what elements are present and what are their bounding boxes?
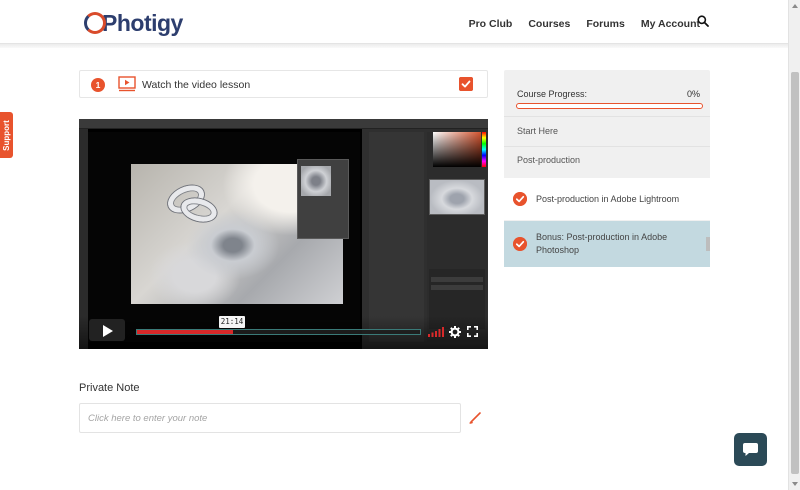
edit-icon[interactable] — [469, 411, 482, 424]
nav-pro-club[interactable]: Pro Club — [469, 18, 513, 30]
lesson-label: Post-production in Adobe Lightroom — [536, 194, 680, 204]
video-frame-photoshop-menubar — [79, 119, 488, 129]
sidebar-item-label: Start Here — [517, 126, 559, 136]
gear-icon[interactable] — [449, 326, 461, 338]
main-nav: Pro Club Courses Forums My Account — [469, 18, 700, 30]
support-label: Support — [2, 119, 12, 151]
nav-my-account[interactable]: My Account — [641, 18, 700, 30]
video-icon — [118, 76, 136, 92]
scroll-thumb[interactable] — [791, 72, 799, 474]
sidebar-item-start-here[interactable]: Start Here — [504, 117, 710, 146]
step-check-icon[interactable] — [459, 77, 473, 91]
play-icon — [103, 325, 113, 337]
video-frame-navigator-thumbnail — [429, 179, 485, 215]
lesson-item-lightroom[interactable]: Post-production in Adobe Lightroom — [504, 178, 710, 220]
page-scrollbar[interactable] — [788, 0, 800, 490]
sidebar-item-label: Post-production — [517, 155, 581, 165]
sidebar-scrollbar[interactable] — [706, 237, 710, 251]
course-progress-label: Course Progress: — [517, 89, 588, 99]
course-progress-bar — [516, 103, 703, 109]
scroll-down-arrow-icon[interactable] — [792, 482, 798, 486]
step-number: 1 — [91, 78, 105, 92]
video-frame-hue-slider — [482, 132, 486, 167]
video-frame-color-picker — [433, 132, 481, 167]
sidebar-item-post-production[interactable]: Post-production — [504, 147, 710, 177]
nav-courses[interactable]: Courses — [528, 18, 570, 30]
private-note-label: Private Note — [79, 382, 140, 394]
check-icon — [513, 237, 527, 251]
video-progress-bar[interactable] — [136, 329, 421, 335]
course-progress-percent: 0% — [686, 89, 700, 99]
play-button[interactable] — [89, 319, 125, 341]
lesson-step: 1 Watch the video lesson — [79, 70, 488, 98]
nav-forums[interactable]: Forums — [586, 18, 625, 30]
logo[interactable]: Photigy — [84, 8, 183, 38]
site-header: Photigy Pro Club Courses Forums My Accou… — [0, 0, 788, 44]
time-tooltip: 21:14 — [219, 316, 245, 328]
volume-icon[interactable] — [428, 327, 444, 337]
search-icon[interactable] — [697, 15, 709, 27]
chat-icon[interactable] — [742, 442, 759, 457]
scroll-up-arrow-icon[interactable] — [792, 4, 798, 8]
video-frame-layer-row — [431, 285, 483, 290]
logo-text: Photigy — [102, 9, 183, 36]
video-played — [137, 330, 234, 334]
step-label: Watch the video lesson — [142, 79, 251, 91]
video-player[interactable]: 21:14 — [79, 119, 488, 349]
check-icon — [513, 192, 527, 206]
fullscreen-icon[interactable] — [467, 326, 478, 337]
course-sidebar: Course Progress: 0% Start Here Post-prod… — [504, 70, 710, 267]
logo-mark-icon — [84, 12, 106, 34]
private-note-input[interactable] — [79, 403, 461, 433]
support-tab[interactable]: Support — [0, 112, 13, 158]
header-shadow — [0, 44, 788, 48]
lesson-label: Bonus: Post-production in Adobe Photosho… — [536, 232, 668, 255]
video-frame-layer-row — [431, 277, 483, 282]
video-frame-dialog-preview — [301, 166, 331, 196]
lesson-item-photoshop[interactable]: Bonus: Post-production in Adobe Photosho… — [504, 221, 710, 267]
video-frame-panel-left — [369, 132, 424, 342]
